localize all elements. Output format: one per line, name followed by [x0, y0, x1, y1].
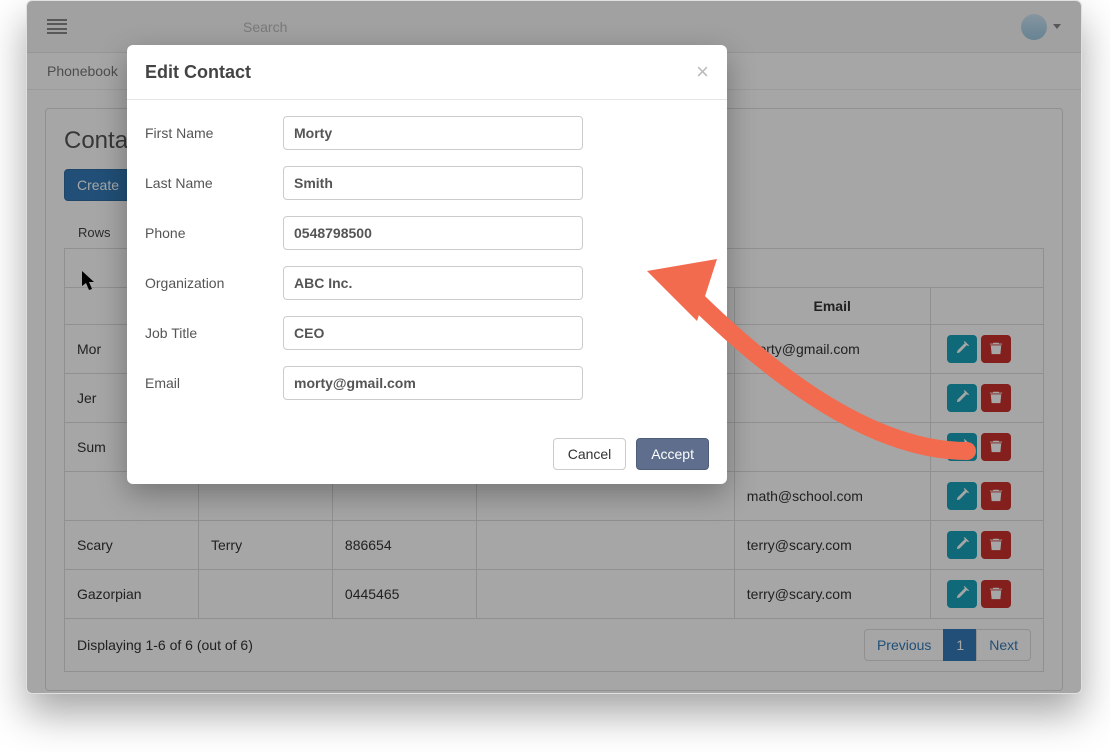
organization-input[interactable]	[283, 266, 583, 300]
first-name-input[interactable]	[283, 116, 583, 150]
label-job-title: Job Title	[145, 325, 283, 341]
last-name-input[interactable]	[283, 166, 583, 200]
modal-header: Edit Contact ×	[127, 45, 727, 100]
edit-contact-modal: Edit Contact × First Name Last Name Phon…	[127, 45, 727, 484]
email-input[interactable]	[283, 366, 583, 400]
modal-footer: Cancel Accept	[127, 424, 727, 484]
label-last-name: Last Name	[145, 175, 283, 191]
accept-button[interactable]: Accept	[636, 438, 709, 470]
phone-input[interactable]	[283, 216, 583, 250]
app-frame: Phonebook Contact Create Rows F Email	[26, 0, 1082, 694]
label-organization: Organization	[145, 275, 283, 291]
job-title-input[interactable]	[283, 316, 583, 350]
label-email: Email	[145, 375, 283, 391]
modal-title: Edit Contact	[145, 62, 251, 83]
close-icon[interactable]: ×	[696, 61, 709, 83]
label-phone: Phone	[145, 225, 283, 241]
cancel-button[interactable]: Cancel	[553, 438, 627, 470]
label-first-name: First Name	[145, 125, 283, 141]
modal-body: First Name Last Name Phone Organization …	[127, 100, 727, 424]
